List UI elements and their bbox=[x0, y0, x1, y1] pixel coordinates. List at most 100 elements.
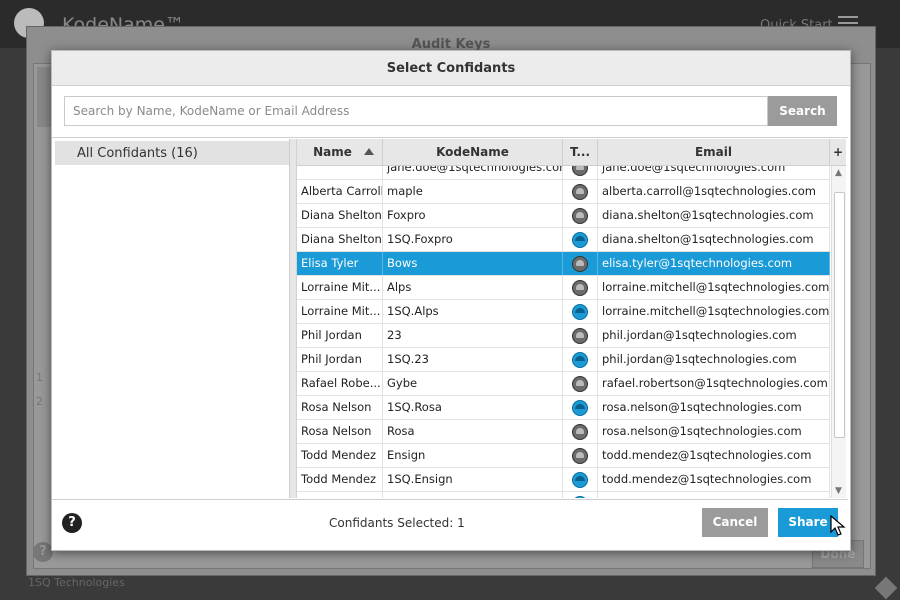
column-header-kodename[interactable]: KodeName bbox=[383, 139, 563, 165]
selection-count: 1 bbox=[457, 516, 465, 530]
user-icon bbox=[572, 166, 588, 176]
background-help-icon: ? bbox=[33, 542, 53, 562]
table-row[interactable]: Rosa Nelson Rosa rosa.nelson@1sqtechnologi… bbox=[297, 420, 830, 444]
cell-email: rosa.nelson@1sqtechnologies.com bbox=[598, 396, 830, 419]
user-icon bbox=[572, 256, 588, 272]
user-icon bbox=[572, 376, 588, 392]
table-scrollbar[interactable]: ▲ ▼ bbox=[831, 166, 846, 498]
add-column-icon[interactable]: + bbox=[830, 139, 846, 165]
share-button[interactable]: Share bbox=[778, 508, 838, 537]
cell-type bbox=[563, 324, 598, 347]
cell-kodename: 1SQ.23 bbox=[383, 348, 563, 371]
cell-email: diana.shelton@1sqtechnologies.com bbox=[598, 204, 830, 227]
column-header-name[interactable]: Name bbox=[297, 139, 383, 165]
table-row[interactable]: Lorraine Mit... Alps lorraine.mitchell@1sq… bbox=[297, 276, 830, 300]
table-row[interactable]: Todd Mendez Ensign todd.mendez@1sqtechnolo… bbox=[297, 444, 830, 468]
scroll-down-icon[interactable]: ▼ bbox=[835, 486, 842, 496]
cell-type bbox=[563, 396, 598, 419]
column-header-email[interactable]: Email bbox=[598, 139, 830, 165]
confidants-table: Name KodeName T... Email + jane.doe@1sqt… bbox=[297, 139, 846, 498]
background-copyright: 1SQ Technologies bbox=[28, 576, 125, 589]
cell-name: Rosa Nelson bbox=[297, 420, 383, 443]
table-row[interactable]: Elisa Tyler Bows elisa.tyler@1sqtechnologi… bbox=[297, 252, 830, 276]
table-row[interactable]: Rafael Robe... Gybe rafael.robertson@1sqte… bbox=[297, 372, 830, 396]
table-row[interactable]: Tom Johnson1SQ.Loop tom.johnson@1sqtechno… bbox=[297, 492, 830, 498]
search-button[interactable]: Search bbox=[768, 96, 837, 126]
table-row[interactable]: Lorraine Mit... 1SQ.Alps lorraine.mitchell… bbox=[297, 300, 830, 324]
selection-status-label: Confidants Selected: bbox=[329, 516, 454, 530]
table-row[interactable]: Todd Mendez 1SQ.Ensign todd.mendez@1sqtech… bbox=[297, 468, 830, 492]
user-icon bbox=[572, 328, 588, 344]
cell-name: Tom Johnson bbox=[297, 492, 383, 498]
cell-name bbox=[297, 166, 383, 179]
user-icon bbox=[572, 448, 588, 464]
background-row-number: 1 bbox=[36, 371, 43, 384]
table-body: jane.doe@1sqtechnologies.com jane.doe@1sq… bbox=[297, 166, 830, 498]
scroll-thumb[interactable] bbox=[834, 192, 845, 438]
cell-type bbox=[563, 444, 598, 467]
cell-email: jane.doe@1sqtechnologies.com bbox=[598, 166, 830, 179]
cell-email: diana.shelton@1sqtechnologies.com bbox=[598, 228, 830, 251]
cell-email: rosa.nelson@1sqtechnologies.com bbox=[598, 420, 830, 443]
search-field[interactable] bbox=[64, 96, 768, 126]
cell-email: phil.jordan@1sqtechnologies.com bbox=[598, 324, 830, 347]
hamburger-menu-icon bbox=[838, 16, 858, 18]
cell-name: Alberta Carroll bbox=[297, 180, 383, 203]
cell-kodename: maple bbox=[383, 180, 563, 203]
cell-kodename: 1SQ.Alps bbox=[383, 300, 563, 323]
background-row-number: 2 bbox=[36, 395, 43, 408]
cell-email: alberta.carroll@1sqtechnologies.com bbox=[598, 180, 830, 203]
cloud-icon bbox=[572, 472, 588, 488]
cell-kodename: Gybe bbox=[383, 372, 563, 395]
cell-kodename: Foxpro bbox=[383, 204, 563, 227]
cell-type bbox=[563, 252, 598, 275]
cell-type bbox=[563, 276, 598, 299]
cloud-icon bbox=[572, 400, 588, 416]
background-row-numbers: 1 2 bbox=[36, 366, 43, 414]
user-icon bbox=[572, 208, 588, 224]
cancel-button[interactable]: Cancel bbox=[702, 508, 768, 537]
dialog-title: Select Confidants bbox=[386, 61, 516, 76]
cell-kodename: 23 bbox=[383, 324, 563, 347]
cell-email: rafael.robertson@1sqtechnologies.com bbox=[598, 372, 830, 395]
table-row[interactable]: Phil Jordan 1SQ.23 phil.jordan@1sqtechnolo… bbox=[297, 348, 830, 372]
table-row[interactable]: Alberta Carroll maple alberta.carroll@1sqt… bbox=[297, 180, 830, 204]
cell-kodename: Rosa bbox=[383, 420, 563, 443]
cell-email: todd.mendez@1sqtechnologies.com bbox=[598, 468, 830, 491]
cell-type bbox=[563, 204, 598, 227]
search-input[interactable] bbox=[73, 97, 763, 125]
table-row[interactable]: Phil Jordan 23 phil.jordan@1sqtechnologies… bbox=[297, 324, 830, 348]
cell-email: tom.johnson@1sqtechnologies.com bbox=[598, 492, 830, 498]
selection-status: Confidants Selected: 1 bbox=[329, 516, 465, 530]
cell-name: Rosa Nelson bbox=[297, 396, 383, 419]
cell-name: Diana Shelton bbox=[297, 204, 383, 227]
help-icon[interactable]: ? bbox=[62, 513, 82, 533]
cell-email: lorraine.mitchell@1sqtechnologies.com bbox=[598, 300, 830, 323]
panel-splitter[interactable] bbox=[290, 139, 297, 498]
cell-name: Todd Mendez bbox=[297, 444, 383, 467]
sort-ascending-icon bbox=[364, 148, 374, 155]
cell-name: Elisa Tyler bbox=[297, 252, 383, 275]
user-icon bbox=[572, 280, 588, 296]
column-header-type[interactable]: T... bbox=[563, 139, 598, 165]
user-icon bbox=[572, 424, 588, 440]
cell-name: Rafael Robe... bbox=[297, 372, 383, 395]
group-item-all-confidants[interactable]: All Confidants (16) bbox=[55, 141, 289, 165]
table-header: Name KodeName T... Email + bbox=[297, 139, 846, 166]
table-row[interactable]: Rosa Nelson 1SQ.Rosa rosa.nelson@1sqtechno… bbox=[297, 396, 830, 420]
cell-type bbox=[563, 372, 598, 395]
table-row[interactable]: jane.doe@1sqtechnologies.com jane.doe@1sq… bbox=[297, 166, 830, 180]
user-icon bbox=[572, 184, 588, 200]
table-row[interactable]: Diana Shelton 1SQ.Foxpro diana.shelton@1sq… bbox=[297, 228, 830, 252]
cell-email: todd.mendez@1sqtechnologies.com bbox=[598, 444, 830, 467]
mouse-cursor-icon bbox=[830, 515, 846, 536]
cell-type bbox=[563, 228, 598, 251]
select-confidants-dialog: Select Confidants Search All Confidants … bbox=[51, 50, 851, 551]
cell-name: Phil Jordan bbox=[297, 348, 383, 371]
cell-name: Phil Jordan bbox=[297, 324, 383, 347]
scroll-up-icon[interactable]: ▲ bbox=[835, 168, 842, 178]
cell-kodename: Bows bbox=[383, 252, 563, 275]
table-row[interactable]: Diana Shelton Foxpro diana.shelton@1sqtech… bbox=[297, 204, 830, 228]
cell-kodename: 1SQ.Loop bbox=[383, 492, 563, 498]
cell-kodename: Alps bbox=[383, 276, 563, 299]
